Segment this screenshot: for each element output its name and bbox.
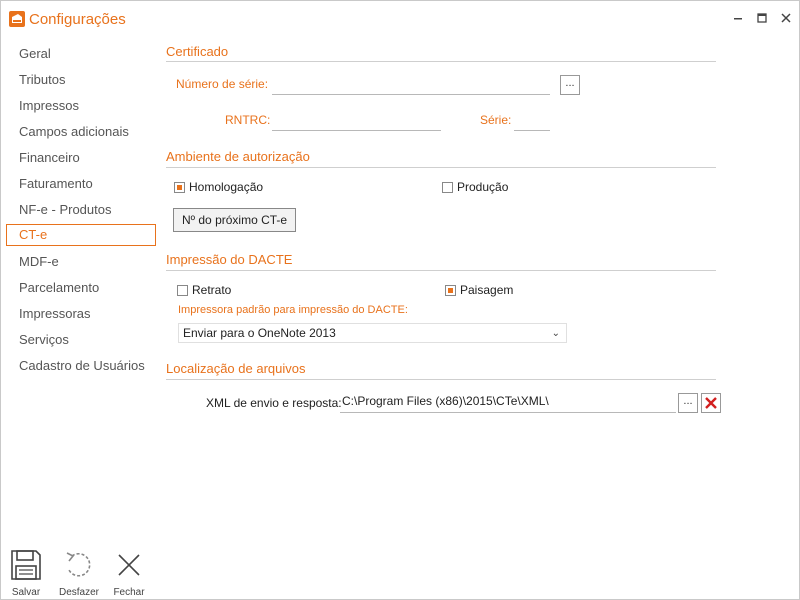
config-window: Configurações Geral Tributos Impressos C… xyxy=(0,0,800,600)
radio-homologacao[interactable]: Homologação xyxy=(174,180,263,194)
section-divider xyxy=(166,61,716,62)
printer-select-value: Enviar para o OneNote 2013 xyxy=(183,326,336,340)
save-button[interactable]: Salvar xyxy=(6,548,46,598)
section-impressao-title: Impressão do DACTE xyxy=(166,252,293,267)
printer-select[interactable]: Enviar para o OneNote 2013 ⌄ xyxy=(178,323,567,343)
xml-browse-button[interactable]: ... xyxy=(678,393,698,413)
undo-icon xyxy=(62,552,96,585)
sidebar-item-parcelamento[interactable]: Parcelamento xyxy=(6,277,156,299)
rntrc-label: RNTRC: xyxy=(225,113,271,127)
serie-label: Série: xyxy=(480,113,512,127)
undo-button[interactable]: Desfazer xyxy=(59,548,99,598)
app-logo-icon xyxy=(9,11,25,27)
sidebar-item-tributos[interactable]: Tributos xyxy=(6,69,156,91)
title-bar: Configurações xyxy=(1,1,799,35)
save-label: Salvar xyxy=(11,587,41,598)
chevron-down-icon: ⌄ xyxy=(551,328,560,339)
clear-path-button[interactable] xyxy=(701,393,721,413)
sidebar-item-impressos[interactable]: Impressos xyxy=(6,95,156,117)
sidebar-item-nfe-produtos[interactable]: NF-e - Produtos xyxy=(6,199,156,221)
minimize-button[interactable] xyxy=(729,9,747,27)
window-title: Configurações xyxy=(29,11,126,28)
section-arquivos-title: Localização de arquivos xyxy=(166,361,306,376)
sidebar-item-mdfe[interactable]: MDF-e xyxy=(6,251,156,273)
radio-checked-icon xyxy=(174,181,185,193)
close-icon xyxy=(112,554,146,585)
serial-number-input[interactable] xyxy=(272,77,550,95)
sidebar-item-cadastro-usuarios[interactable]: Cadastro de Usuários xyxy=(6,355,156,377)
radio-retrato-label: Retrato xyxy=(192,283,232,297)
sidebar-item-campos-adicionais[interactable]: Campos adicionais xyxy=(6,121,156,143)
radio-homologacao-label: Homologação xyxy=(189,180,264,194)
section-divider xyxy=(166,270,716,271)
radio-producao-label: Produção xyxy=(457,180,509,194)
xml-path-label: XML de envio e resposta: xyxy=(206,396,342,410)
radio-checked-icon xyxy=(445,284,456,296)
sidebar-item-impressoras[interactable]: Impressoras xyxy=(6,303,156,325)
radio-unchecked-icon xyxy=(177,284,188,296)
section-divider xyxy=(166,167,716,168)
delete-x-icon xyxy=(702,397,720,415)
section-ambiente-title: Ambiente de autorização xyxy=(166,149,310,164)
serie-input[interactable] xyxy=(514,113,550,131)
rntrc-input[interactable] xyxy=(272,113,441,131)
serial-browse-button[interactable]: ... xyxy=(560,75,580,95)
sidebar-item-servicos[interactable]: Serviços xyxy=(6,329,156,351)
floppy-disk-icon xyxy=(9,550,43,585)
section-divider xyxy=(166,379,716,380)
radio-producao[interactable]: Produção xyxy=(442,180,508,194)
xml-path-field[interactable]: C:\Program Files (x86)\2015\CTe\XML\ xyxy=(340,391,676,413)
serial-number-label: Número de série: xyxy=(176,77,269,91)
radio-unchecked-icon xyxy=(442,181,453,193)
close-window-button[interactable] xyxy=(777,9,795,27)
sidebar-item-faturamento[interactable]: Faturamento xyxy=(6,173,156,195)
radio-retrato[interactable]: Retrato xyxy=(177,283,231,297)
sidebar-item-cte[interactable]: CT-e xyxy=(6,224,156,246)
section-certificado-title: Certificado xyxy=(166,44,229,59)
printer-label: Impressora padrão para impressão do DACT… xyxy=(178,304,408,316)
sidebar-item-geral[interactable]: Geral xyxy=(6,43,156,65)
radio-paisagem-label: Paisagem xyxy=(460,283,514,297)
close-button[interactable]: Fechar xyxy=(109,548,149,598)
sidebar-item-financeiro[interactable]: Financeiro xyxy=(6,147,156,169)
undo-label: Desfazer xyxy=(59,587,100,598)
maximize-button[interactable] xyxy=(753,9,771,27)
radio-paisagem[interactable]: Paisagem xyxy=(445,283,513,297)
close-label: Fechar xyxy=(113,587,145,598)
next-cte-number-button[interactable]: Nº do próximo CT-e xyxy=(173,208,297,232)
